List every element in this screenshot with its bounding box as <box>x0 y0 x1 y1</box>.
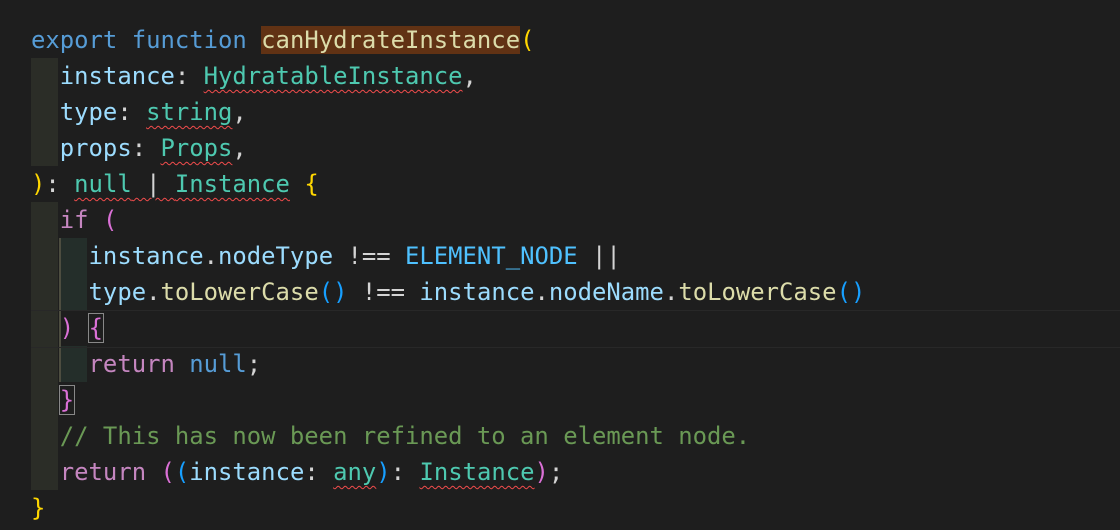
union-pipe: | <box>131 170 175 198</box>
type-hydratable-instance: HydratableInstance <box>203 62 463 90</box>
code-line-2[interactable]: instance: HydratableInstance, <box>31 58 477 94</box>
type-string: string <box>146 98 233 126</box>
colon: : <box>117 98 147 126</box>
type-instance: Instance <box>419 458 535 486</box>
code-line-3[interactable]: type: string, <box>31 94 247 130</box>
colon: : <box>174 62 204 90</box>
comma: , <box>462 62 477 90</box>
comment: // This has now been refined to an eleme… <box>59 422 751 450</box>
keyword-return: return <box>88 350 175 378</box>
close-brace: } <box>31 494 46 522</box>
code-line-13[interactable]: return ((instance: any): Instance); <box>31 454 564 490</box>
type-null: null <box>74 170 132 198</box>
colon: : <box>304 458 334 486</box>
code-line-10[interactable]: return null; <box>31 346 262 382</box>
param-instance: instance <box>59 62 175 90</box>
open-paren: ( <box>520 26 535 54</box>
code-line-12[interactable]: // This has now been refined to an eleme… <box>31 418 750 454</box>
method-to-lower-case: toLowerCase <box>678 278 837 306</box>
keyword-if: if <box>59 206 89 234</box>
code-editor[interactable]: export function canHydrateInstance( inst… <box>0 0 1120 530</box>
colon: : <box>390 458 420 486</box>
call-parens: () <box>836 278 866 306</box>
keyword-null: null <box>189 350 247 378</box>
identifier-instance: instance <box>419 278 535 306</box>
constant-element-node: ELEMENT_NODE <box>405 242 578 270</box>
identifier-instance: instance <box>88 242 204 270</box>
code-line-11[interactable]: } <box>31 382 76 418</box>
property-node-type: nodeType <box>218 242 334 270</box>
close-paren: ) <box>534 458 549 486</box>
semicolon: ; <box>246 350 262 378</box>
identifier-type: type <box>88 278 147 306</box>
keyword-export: export <box>31 26 118 54</box>
comma: , <box>232 98 247 126</box>
close-brace-matched: } <box>58 385 76 415</box>
dot: . <box>203 242 219 270</box>
keyword-return: return <box>59 458 147 486</box>
code-line-8[interactable]: type.toLowerCase() !== instance.nodeName… <box>31 274 866 310</box>
dot: . <box>663 278 679 306</box>
colon: : <box>45 170 75 198</box>
close-paren: ) <box>31 170 46 198</box>
property-node-name: nodeName <box>548 278 664 306</box>
call-parens: () <box>318 278 348 306</box>
code-line-7[interactable]: instance.nodeType !== ELEMENT_NODE || <box>31 238 621 274</box>
comma: , <box>232 134 247 162</box>
open-brace-matched: { <box>87 313 104 343</box>
close-paren: ) <box>59 314 75 342</box>
code-line-5[interactable]: ): null | Instance { <box>31 166 319 202</box>
code-line-6[interactable]: if ( <box>31 202 118 238</box>
operator-strict-not-equal: !== <box>347 278 420 306</box>
param-props: props <box>59 134 132 162</box>
type-any: any <box>333 458 377 486</box>
code-line-14[interactable]: } <box>31 490 45 526</box>
operator-strict-not-equal: !== <box>333 242 406 270</box>
dot: . <box>146 278 161 306</box>
code-line-9[interactable]: ) { <box>31 310 104 346</box>
colon: : <box>131 134 161 162</box>
open-paren: ( <box>102 206 118 234</box>
semicolon: ; <box>548 458 564 486</box>
code-line-4[interactable]: props: Props, <box>31 130 247 166</box>
type-props: Props <box>160 134 233 162</box>
open-paren: ( <box>174 458 190 486</box>
method-to-lower-case: toLowerCase <box>160 278 319 306</box>
operator-or: || <box>577 242 621 270</box>
dot: . <box>534 278 549 306</box>
close-paren: ) <box>376 458 391 486</box>
open-brace: { <box>304 170 319 198</box>
type-instance: Instance <box>174 170 290 198</box>
current-line-highlight <box>31 310 1120 348</box>
identifier-instance: instance <box>189 458 305 486</box>
param-type: type <box>59 98 118 126</box>
code-line-1[interactable]: export function canHydrateInstance( <box>31 22 534 58</box>
function-name: canHydrateInstance <box>261 26 521 54</box>
keyword-function: function <box>131 26 247 54</box>
open-paren: ( <box>160 458 175 486</box>
